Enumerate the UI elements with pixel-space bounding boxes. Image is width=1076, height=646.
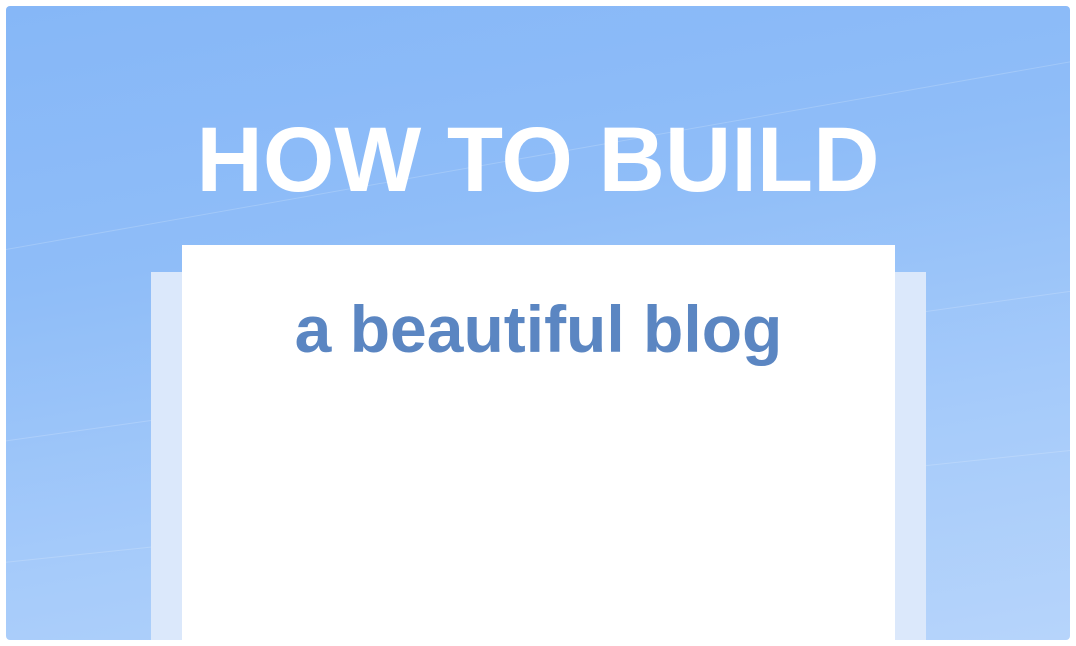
subheadline: a beautiful blog <box>294 292 783 366</box>
page-mockup-front: a beautiful blog <box>182 245 895 640</box>
headline: HOW TO BUILD <box>196 109 880 211</box>
hero-banner: HOW TO BUILD a beautiful blog <box>6 6 1070 640</box>
